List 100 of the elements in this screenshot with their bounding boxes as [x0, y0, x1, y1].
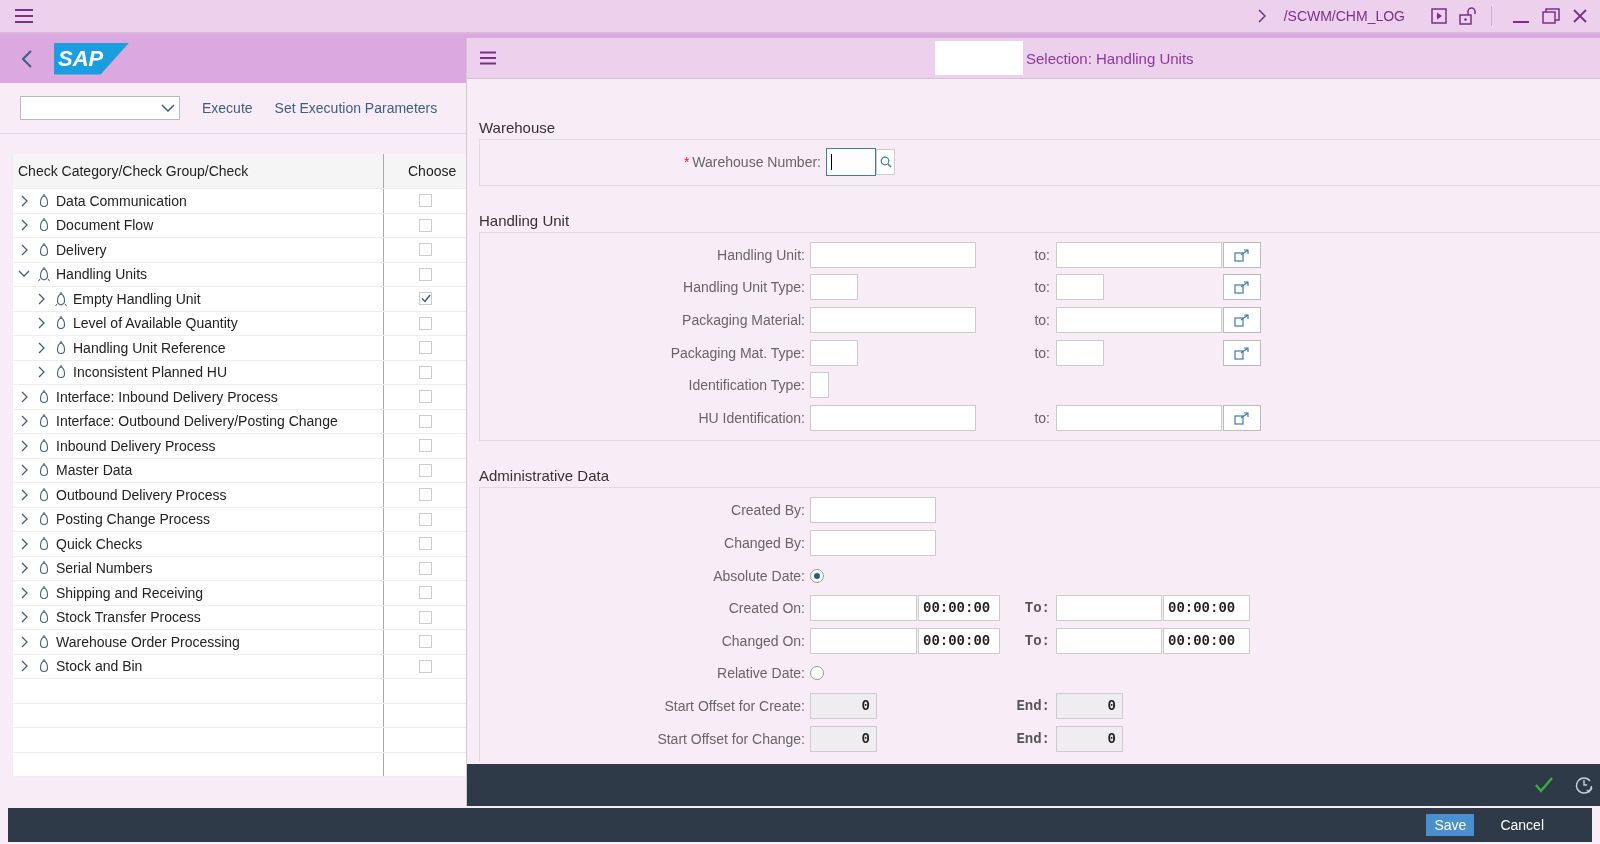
tree-item[interactable]: Delivery — [56, 241, 107, 258]
multiple-selection-button[interactable] — [1223, 339, 1261, 366]
checkbox[interactable] — [419, 243, 432, 257]
arrow-box-icon — [1234, 313, 1250, 328]
input-field[interactable] — [810, 530, 936, 557]
checkbox[interactable] — [419, 610, 432, 624]
field-label: to: — [1033, 246, 1051, 263]
tree-item[interactable]: Empty Handling Unit — [73, 290, 201, 307]
column-header: Check Category/Check Group/Check — [18, 163, 249, 179]
checkbox[interactable] — [419, 390, 432, 404]
footer-button[interactable]: Cancel — [1492, 814, 1552, 836]
tree-item[interactable]: Stock Transfer Process — [56, 609, 201, 626]
menu-icon[interactable] — [14, 8, 34, 24]
tree-item[interactable]: Outbound Delivery Process — [56, 486, 227, 503]
checkbox[interactable] — [419, 365, 432, 379]
tree-item[interactable]: Inconsistent Planned HU — [73, 364, 228, 381]
unlock-icon[interactable] — [1459, 7, 1477, 25]
close-icon[interactable] — [1572, 8, 1588, 24]
checkbox[interactable] — [419, 439, 432, 453]
input-field[interactable] — [810, 404, 976, 431]
checkbox[interactable] — [419, 586, 432, 600]
multiple-selection-button[interactable] — [1223, 241, 1261, 268]
checkmark-icon[interactable] — [1535, 777, 1553, 793]
multiple-selection-button[interactable] — [1223, 404, 1261, 431]
checkbox[interactable] — [419, 292, 432, 306]
checkbox[interactable] — [419, 561, 432, 575]
radio-button[interactable] — [810, 666, 824, 681]
field-label: Created On: — [727, 600, 806, 617]
tree-item[interactable]: Warehouse Order Processing — [56, 633, 240, 650]
multiple-selection-button[interactable] — [1223, 307, 1261, 334]
tree-item[interactable]: Shipping and Receiving — [56, 584, 204, 601]
checkbox[interactable] — [419, 488, 432, 502]
menu-icon[interactable] — [479, 51, 497, 65]
field-label: Handling Unit Type: — [682, 279, 806, 296]
input-field[interactable]: 0 — [810, 693, 877, 719]
tree-item[interactable]: Interface: Inbound Delivery Process — [56, 388, 278, 405]
arrow-box-icon — [1234, 410, 1250, 425]
time-field[interactable]: 00:00:00 — [1163, 627, 1250, 654]
play-icon[interactable] — [1431, 8, 1447, 24]
tree-item[interactable]: Quick Checks — [56, 535, 143, 552]
toolbar-link[interactable]: Set Execution Parameters — [274, 100, 438, 116]
date-field[interactable] — [1056, 627, 1162, 654]
checkbox[interactable] — [419, 267, 432, 281]
input-field[interactable] — [810, 339, 858, 366]
checkbox[interactable] — [419, 635, 432, 649]
time-field[interactable]: 00:00:00 — [918, 595, 1000, 622]
date-field[interactable] — [1056, 595, 1162, 622]
tree-item[interactable]: Posting Change Process — [56, 511, 211, 528]
dropdown-field[interactable] — [20, 96, 180, 120]
input-field[interactable]: 0 — [1056, 693, 1123, 719]
checkbox[interactable] — [419, 316, 432, 330]
tree-item[interactable]: Level of Available Quantity — [73, 315, 238, 332]
tree-item[interactable]: Interface: Outbound Delivery/Posting Change — [56, 413, 338, 430]
input-field[interactable] — [810, 372, 829, 399]
tree-item[interactable]: Handling Unit Reference — [73, 339, 226, 356]
checkbox[interactable] — [419, 512, 432, 526]
tree-item[interactable]: Inbound Delivery Process — [56, 437, 216, 454]
radio-button[interactable] — [810, 568, 824, 583]
input-field[interactable] — [1056, 404, 1222, 431]
input-field[interactable]: 0 — [1056, 725, 1123, 752]
input-field[interactable] — [810, 307, 976, 334]
tree-item[interactable]: Data Communication — [56, 192, 187, 209]
checkbox[interactable] — [419, 414, 432, 428]
checkbox[interactable] — [419, 218, 432, 232]
checkbox[interactable] — [419, 463, 432, 477]
history-icon[interactable] — [1575, 776, 1593, 794]
time-field[interactable]: 00:00:00 — [918, 627, 1000, 654]
checkbox[interactable] — [419, 341, 432, 355]
multiple-selection-button[interactable] — [1223, 274, 1261, 301]
arrow-box-icon — [1234, 345, 1250, 360]
input-field[interactable] — [1056, 241, 1222, 268]
field-label: Warehouse Number: — [692, 154, 821, 171]
checkbox[interactable] — [419, 537, 432, 551]
toolbar-link[interactable]: Execute — [202, 100, 253, 116]
tree-item[interactable]: Handling Units — [56, 266, 148, 283]
chevron-right-icon[interactable] — [1257, 9, 1266, 23]
checkbox[interactable] — [419, 659, 432, 673]
tree-item[interactable]: Master Data — [56, 462, 133, 479]
search-button[interactable] — [876, 149, 895, 176]
time-field[interactable]: 00:00:00 — [1163, 595, 1250, 622]
tree-item[interactable]: Document Flow — [56, 217, 154, 234]
date-field[interactable] — [810, 595, 917, 622]
input-field[interactable] — [1056, 274, 1104, 301]
input-field[interactable] — [1056, 307, 1222, 334]
checkbox[interactable] — [419, 194, 432, 208]
restore-icon[interactable] — [1542, 8, 1560, 24]
back-icon[interactable] — [22, 49, 32, 68]
input-field[interactable] — [826, 148, 876, 177]
input-field[interactable]: 0 — [810, 725, 877, 752]
date-field[interactable] — [810, 627, 917, 654]
tree-item[interactable]: Stock and Bin — [56, 658, 143, 675]
input-field[interactable] — [810, 274, 858, 301]
field-label: To: — [1023, 632, 1051, 649]
input-field[interactable] — [1056, 339, 1104, 366]
input-field[interactable] — [810, 497, 936, 524]
input-field[interactable] — [810, 241, 976, 268]
tree-item[interactable]: Serial Numbers — [56, 560, 153, 577]
chevron-down-icon[interactable] — [18, 270, 30, 279]
field-label: Changed By: — [723, 535, 806, 552]
check-icon — [420, 294, 431, 304]
